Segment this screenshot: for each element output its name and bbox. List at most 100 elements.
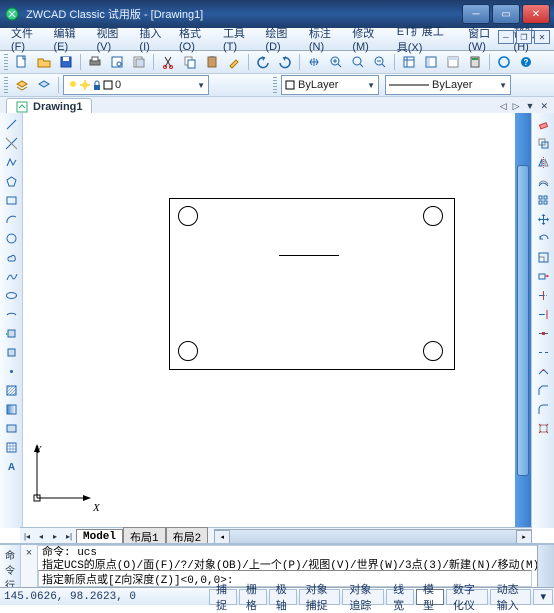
polygon-button[interactable] (2, 172, 20, 190)
clean-screen-button[interactable] (494, 52, 514, 72)
line-button[interactable] (2, 115, 20, 133)
status-snap[interactable]: 捕捉 (209, 589, 237, 605)
tab-menu-icon[interactable]: ▼ (524, 101, 537, 112)
menu-dim[interactable]: 标注(N) (302, 23, 345, 55)
insert-block-button[interactable] (2, 324, 20, 342)
make-block-button[interactable] (2, 343, 20, 361)
ellipse-button[interactable] (2, 286, 20, 304)
mdi-minimize-button[interactable]: ─ (498, 30, 514, 44)
scroll-left-button[interactable]: ◂ (214, 530, 230, 544)
drawing-canvas[interactable]: Y X (23, 113, 531, 528)
save-button[interactable] (56, 52, 76, 72)
revcloud-button[interactable] (2, 248, 20, 266)
array-button[interactable] (534, 191, 552, 209)
mirror-button[interactable] (534, 153, 552, 171)
menu-insert[interactable]: 插入(I) (132, 23, 172, 55)
zoom-prev-button[interactable] (370, 52, 390, 72)
toolbar-grip[interactable] (273, 77, 277, 93)
extend-button[interactable] (534, 305, 552, 323)
xline-button[interactable] (2, 134, 20, 152)
mtext-button[interactable]: A (2, 457, 20, 475)
join-button[interactable] (534, 362, 552, 380)
preview-button[interactable] (107, 52, 127, 72)
open-button[interactable] (34, 52, 54, 72)
rotate-button[interactable] (534, 229, 552, 247)
status-lwt[interactable]: 线宽 (386, 589, 414, 605)
status-polar[interactable]: 极轴 (269, 589, 297, 605)
publish-button[interactable] (129, 52, 149, 72)
vertical-scrollbar[interactable] (515, 113, 531, 528)
rect-button[interactable] (2, 191, 20, 209)
tab-next-button[interactable]: ▸ (48, 530, 62, 544)
status-menu-button[interactable]: ▾ (533, 589, 553, 605)
toolbar-grip[interactable] (4, 54, 8, 70)
ellipse-arc-button[interactable] (2, 305, 20, 323)
maximize-button[interactable]: ▭ (492, 4, 520, 24)
layer-prev-button[interactable] (34, 75, 54, 95)
gradient-button[interactable] (2, 400, 20, 418)
pan-button[interactable] (304, 52, 324, 72)
color-combo[interactable]: ByLayer ▼ (281, 75, 379, 95)
cmd-close-button[interactable]: × (21, 545, 37, 588)
matchprop-button[interactable] (224, 52, 244, 72)
menu-file[interactable]: 文件(F) (4, 23, 46, 55)
spline-button[interactable] (2, 267, 20, 285)
circle-button[interactable] (2, 229, 20, 247)
tab-prev-icon[interactable]: ◁ (498, 101, 509, 112)
cut-button[interactable] (158, 52, 178, 72)
scrollbar-thumb[interactable] (517, 165, 529, 476)
menu-format[interactable]: 格式(O) (172, 23, 216, 55)
break-button[interactable] (534, 343, 552, 361)
hatch-button[interactable] (2, 381, 20, 399)
print-button[interactable] (85, 52, 105, 72)
menu-draw[interactable]: 绘图(D) (258, 23, 301, 55)
toolbar-grip[interactable] (4, 77, 8, 93)
scroll-right-button[interactable]: ▸ (516, 530, 532, 544)
paste-button[interactable] (202, 52, 222, 72)
tab-next-icon[interactable]: ▷ (511, 101, 522, 112)
new-button[interactable] (12, 52, 32, 72)
break-point-button[interactable] (534, 324, 552, 342)
offset-button[interactable] (534, 172, 552, 190)
help-button[interactable]: ? (516, 52, 536, 72)
point-button[interactable] (2, 362, 20, 380)
region-button[interactable] (2, 419, 20, 437)
explode-button[interactable] (534, 419, 552, 437)
undo-button[interactable] (253, 52, 273, 72)
erase-button[interactable] (534, 115, 552, 133)
move-button[interactable] (534, 210, 552, 228)
mdi-close-button[interactable]: ✕ (534, 30, 550, 44)
status-tablet[interactable]: 数字化仪 (446, 589, 488, 605)
menu-tools[interactable]: 工具(T) (216, 23, 258, 55)
zoom-window-button[interactable] (348, 52, 368, 72)
pline-button[interactable] (2, 153, 20, 171)
coord-readout[interactable]: 145.0626, 98.2623, 0 (0, 591, 208, 603)
menu-edit[interactable]: 编辑(E) (46, 23, 89, 55)
minimize-button[interactable]: ─ (462, 4, 490, 24)
tab-close-icon[interactable]: ✕ (538, 101, 550, 112)
status-dyn[interactable]: 动态输入 (490, 589, 532, 605)
status-model[interactable]: 模型 (416, 589, 444, 605)
status-grid[interactable]: 栅格 (239, 589, 267, 605)
trim-button[interactable] (534, 286, 552, 304)
copy-button[interactable] (180, 52, 200, 72)
document-tab[interactable]: Drawing1 (6, 98, 92, 115)
command-scrollbar[interactable] (537, 545, 554, 587)
tab-last-button[interactable]: ▸| (62, 530, 76, 544)
chamfer-button[interactable] (534, 381, 552, 399)
menu-view[interactable]: 视图(V) (89, 23, 132, 55)
copy-obj-button[interactable] (534, 134, 552, 152)
redo-button[interactable] (275, 52, 295, 72)
tab-prev-button[interactable]: ◂ (34, 530, 48, 544)
menu-ettools[interactable]: ET扩展工具(X) (390, 21, 461, 57)
layer-prop-button[interactable] (12, 75, 32, 95)
status-otrack[interactable]: 对象追踪 (342, 589, 384, 605)
arc-button[interactable] (2, 210, 20, 228)
cmd-tool-label[interactable]: 令 (5, 562, 15, 577)
table-button[interactable] (2, 438, 20, 456)
scale-button[interactable] (534, 248, 552, 266)
mdi-restore-button[interactable]: ❐ (516, 30, 532, 44)
tab-first-button[interactable]: |◂ (20, 530, 34, 544)
menu-modify[interactable]: 修改(M) (345, 23, 389, 55)
layer-combo[interactable]: 0 ▼ (63, 75, 209, 95)
